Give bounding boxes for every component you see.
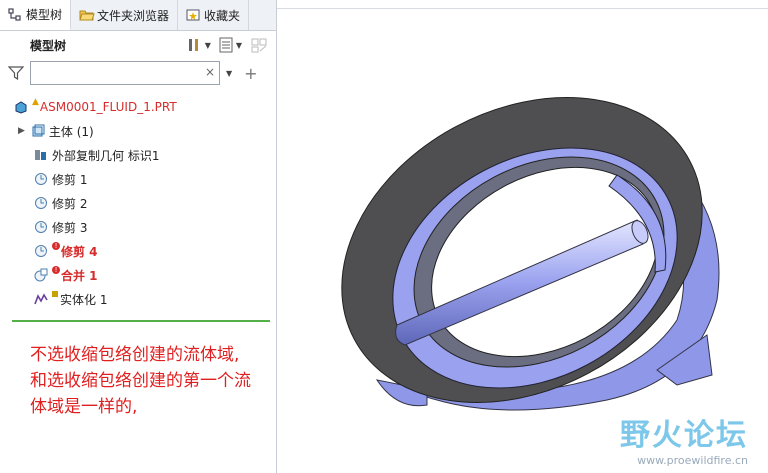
tree-root-label: ASM0001_FLUID_1.PRT: [39, 100, 177, 114]
show-options-button[interactable]: ▼: [219, 37, 242, 53]
tree-item-label: 合并 1: [61, 268, 98, 283]
tab-label: 文件夹浏览器: [97, 8, 170, 23]
tree-item-trim-4[interactable]: ! 修剪 4: [0, 239, 276, 263]
model-tree-panel: 模型树 文件夹浏览器 收藏夹 模型树 ▼ ▼ × ▼ + ▲ ASM0001_F…: [0, 0, 277, 473]
tree-item-label: 实体化 1: [60, 292, 108, 307]
tree-item-label: 修剪 4: [61, 244, 98, 259]
tree-item-label: 外部复制几何 标识1: [52, 148, 160, 163]
settings-tools-button[interactable]: ▼: [186, 37, 211, 53]
panel-tabs: 模型树 文件夹浏览器 收藏夹: [0, 0, 276, 31]
tree-item-label: 修剪 1: [52, 172, 88, 187]
graphics-viewport[interactable]: 野火论坛 www.proewildfire.cn: [277, 0, 768, 473]
tree-item-label: 修剪 3: [52, 220, 88, 235]
watermark-title: 野火论坛: [620, 418, 748, 453]
error-icon: !: [52, 266, 60, 274]
tab-folder-browser[interactable]: 文件夹浏览器: [71, 0, 179, 30]
hidden-items-button[interactable]: [250, 37, 268, 53]
tree-root[interactable]: ▲ ASM0001_FLUID_1.PRT: [0, 95, 276, 119]
annotation-note: 不选收缩包络创建的流体域, 和选收缩包络创建的第一个流 体域是一样的,: [30, 342, 251, 420]
tree-item-trim-3[interactable]: 修剪 3: [0, 215, 276, 239]
tab-label: 模型树: [26, 8, 63, 22]
chevron-down-icon: ▼: [204, 40, 211, 50]
tree-item-label: 修剪 2: [52, 196, 88, 211]
tab-model-tree[interactable]: 模型树: [0, 0, 72, 30]
hidden-items-icon: [251, 38, 267, 53]
list-options-icon: [219, 37, 233, 53]
copy-geometry-icon: [34, 148, 48, 162]
clear-filter-icon[interactable]: ×: [205, 65, 215, 79]
trim-icon: [34, 196, 48, 210]
tree-item-solidify-1[interactable]: 实体化 1: [0, 287, 276, 311]
filter-row: × ▼ +: [0, 59, 276, 87]
tab-label: 收藏夹: [204, 8, 241, 23]
solidify-icon: [34, 292, 48, 306]
body-icon: [31, 124, 45, 138]
status-icon: [52, 291, 58, 297]
tree-item-body[interactable]: ▶ 主体 (1): [0, 119, 276, 143]
merge-icon: [34, 268, 48, 282]
filter-input[interactable]: [30, 61, 220, 85]
note-line: 和选收缩包络创建的第一个流: [30, 371, 251, 391]
filter-icon[interactable]: [8, 65, 24, 81]
folder-browser-icon: [79, 8, 95, 22]
fluid-model-3d: [341, 97, 720, 411]
divider-line: [12, 320, 270, 322]
panel-title: 模型树: [30, 38, 67, 53]
trim-icon: [34, 220, 48, 234]
watermark: 野火论坛 www.proewildfire.cn: [620, 410, 748, 467]
tree-item-label: 主体 (1): [48, 124, 94, 139]
note-line: 不选收缩包络创建的流体域,: [30, 345, 240, 365]
watermark-url: www.proewildfire.cn: [637, 454, 748, 467]
add-filter-icon[interactable]: +: [244, 64, 257, 83]
tab-favorites[interactable]: 收藏夹: [178, 0, 250, 30]
error-icon: !: [52, 242, 60, 250]
note-line: 体域是一样的,: [30, 397, 138, 417]
tree-item-copy-geom[interactable]: 外部复制几何 标识1: [0, 143, 276, 167]
chevron-down-icon: ▼: [235, 40, 242, 50]
model-tree: ▲ ASM0001_FLUID_1.PRT ▶ 主体 (1) 外部复制几何 标识…: [0, 95, 276, 311]
warning-icon: ▲: [32, 97, 39, 107]
filter-box: ×: [30, 61, 220, 85]
trim-icon: [34, 244, 48, 258]
tools-icon: [188, 39, 198, 51]
expand-arrow-icon[interactable]: ▶: [18, 126, 25, 136]
panel-header: 模型树 ▼ ▼: [0, 31, 276, 59]
favorites-icon: [186, 8, 200, 22]
part-icon: [14, 100, 28, 114]
filter-dropdown-icon[interactable]: ▼: [226, 69, 232, 78]
model-tree-icon: [8, 7, 22, 22]
tree-item-trim-2[interactable]: 修剪 2: [0, 191, 276, 215]
tree-item-merge-1[interactable]: ! 合并 1: [0, 263, 276, 287]
trim-icon: [34, 172, 48, 186]
tree-item-trim-1[interactable]: 修剪 1: [0, 167, 276, 191]
